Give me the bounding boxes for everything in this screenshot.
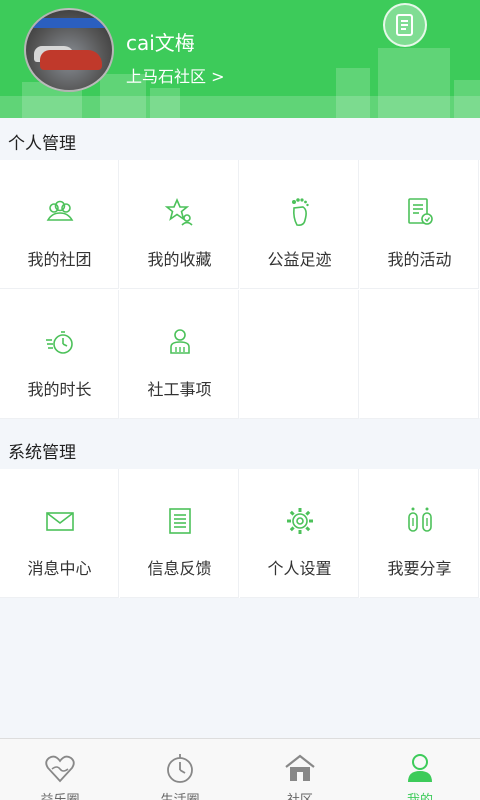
menu-personal-settings[interactable]: 个人设置 bbox=[240, 469, 359, 598]
community-link[interactable]: 上马石社区 > bbox=[126, 63, 225, 87]
user-name: cai文梅 bbox=[126, 31, 195, 55]
empty-cell bbox=[240, 290, 359, 419]
nav-label: 我的 bbox=[360, 789, 480, 800]
gear-icon bbox=[287, 508, 313, 534]
nav-label: 生活圈 bbox=[120, 789, 240, 800]
menu-label: 社工事项 bbox=[147, 380, 212, 399]
menu-my-favorites[interactable]: 我的收藏 bbox=[120, 160, 239, 289]
empty-cell bbox=[360, 290, 479, 419]
menu-my-hours[interactable]: 我的时长 bbox=[0, 290, 119, 419]
menu-label: 我要分享 bbox=[387, 559, 452, 578]
star-collection-icon bbox=[164, 197, 193, 226]
profile-header: cai文梅 上马石社区 > bbox=[0, 0, 480, 118]
footprint-icon bbox=[292, 198, 309, 226]
section-title-system: 系统管理 bbox=[8, 443, 76, 463]
notebook-button[interactable] bbox=[383, 3, 427, 47]
menu-label: 我的活动 bbox=[387, 250, 452, 269]
menu-feedback[interactable]: 信息反馈 bbox=[120, 469, 239, 598]
building-decoration bbox=[378, 48, 450, 118]
clock-icon bbox=[167, 754, 193, 783]
menu-share[interactable]: 我要分享 bbox=[360, 469, 479, 598]
menu-message-center[interactable]: 消息中心 bbox=[0, 469, 119, 598]
building-decoration bbox=[150, 88, 180, 118]
menu-label: 公益足迹 bbox=[267, 250, 332, 269]
menu-label: 我的收藏 bbox=[147, 250, 212, 269]
share-icon bbox=[408, 507, 432, 532]
menu-label: 我的社团 bbox=[27, 250, 92, 269]
house-icon bbox=[285, 754, 315, 781]
stopwatch-icon bbox=[46, 331, 73, 354]
notebook-icon bbox=[396, 14, 413, 36]
building-decoration bbox=[336, 68, 370, 118]
building-decoration bbox=[454, 80, 480, 118]
menu-label: 个人设置 bbox=[267, 559, 332, 578]
nav-tab-mine[interactable]: 我的 bbox=[360, 739, 480, 800]
activity-list-icon bbox=[408, 198, 433, 225]
group-icon bbox=[46, 200, 74, 221]
social-worker-icon bbox=[170, 329, 190, 354]
system-grid: 消息中心 信息反馈 个人设置 我要分享 bbox=[0, 469, 480, 598]
nav-tab-yile-circle[interactable]: 益乐圈 bbox=[0, 739, 120, 800]
personal-grid: 我的社团 我的收藏 公益足迹 我的活动 我的时长 社工事项 bbox=[0, 160, 480, 419]
menu-label: 信息反馈 bbox=[147, 559, 212, 578]
menu-social-work-items[interactable]: 社工事项 bbox=[120, 290, 239, 419]
nav-label: 社区 bbox=[240, 789, 360, 800]
envelope-icon bbox=[46, 512, 74, 531]
document-icon bbox=[169, 508, 191, 534]
heart-hands-icon bbox=[45, 755, 75, 783]
section-title-personal: 个人管理 bbox=[8, 134, 76, 154]
nav-label: 益乐圈 bbox=[0, 789, 120, 800]
bottom-nav: 益乐圈 生活圈 社区 我的 bbox=[0, 738, 480, 800]
menu-label: 消息中心 bbox=[27, 559, 92, 578]
menu-charity-footprint[interactable]: 公益足迹 bbox=[240, 160, 359, 289]
menu-label: 我的时长 bbox=[27, 380, 92, 399]
nav-tab-life-circle[interactable]: 生活圈 bbox=[120, 739, 240, 800]
menu-my-clubs[interactable]: 我的社团 bbox=[0, 160, 119, 289]
menu-my-activities[interactable]: 我的活动 bbox=[360, 160, 479, 289]
avatar[interactable] bbox=[24, 8, 114, 92]
nav-tab-community[interactable]: 社区 bbox=[240, 739, 360, 800]
person-icon bbox=[408, 754, 432, 782]
